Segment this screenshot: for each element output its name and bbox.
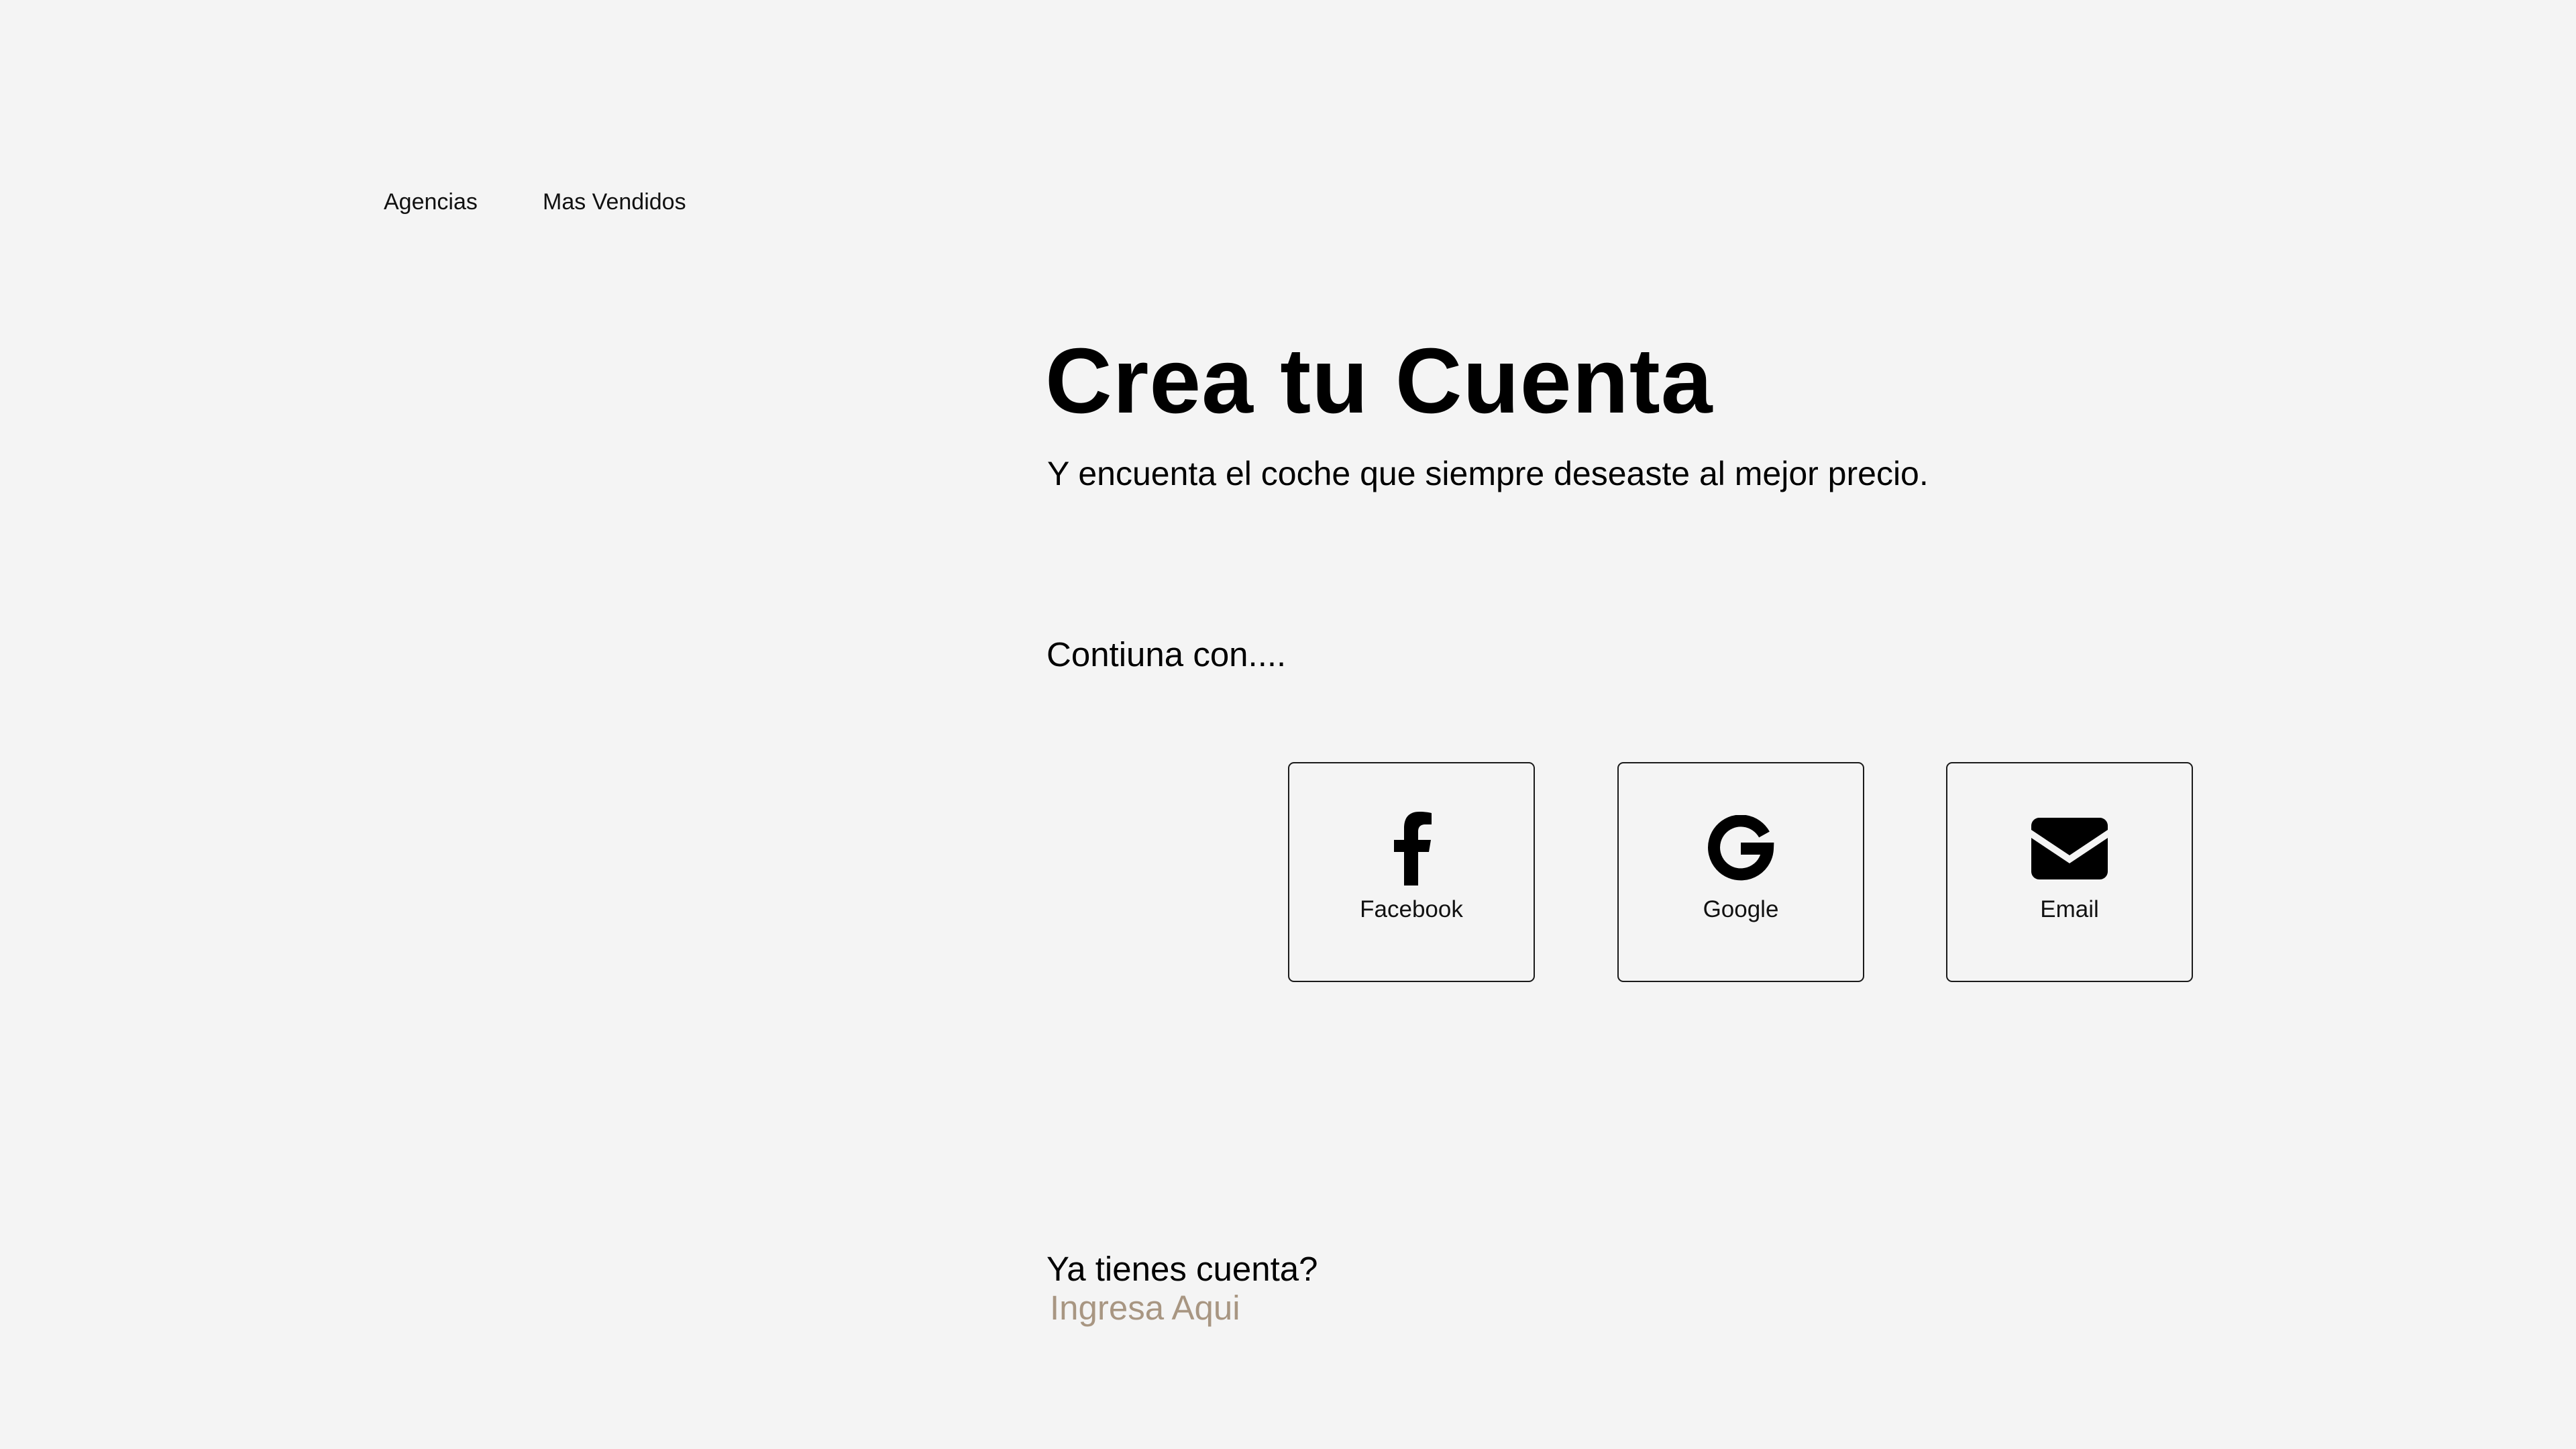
email-button-label: Email bbox=[2040, 896, 2099, 922]
google-icon bbox=[1701, 812, 1781, 885]
existing-account-question: Ya tienes cuenta? bbox=[1046, 1250, 1318, 1288]
page-subtitle: Y encuenta el coche que siempre deseaste… bbox=[1047, 455, 1929, 492]
nav-link-agencias[interactable]: Agencias bbox=[384, 187, 478, 217]
page-title: Crea tu Cuenta bbox=[1045, 329, 1713, 433]
nav-link-mas-vendidos[interactable]: Mas Vendidos bbox=[543, 187, 686, 217]
google-button-label: Google bbox=[1703, 896, 1779, 922]
login-link[interactable]: Ingresa Aqui bbox=[1050, 1287, 1240, 1329]
email-signup-button[interactable]: Email bbox=[1946, 762, 2193, 982]
continue-with-label: Contiuna con.... bbox=[1046, 635, 1287, 674]
envelope-icon bbox=[2029, 812, 2110, 885]
google-signup-button[interactable]: Google bbox=[1617, 762, 1864, 982]
facebook-icon bbox=[1371, 812, 1452, 885]
facebook-signup-button[interactable]: Facebook bbox=[1288, 762, 1535, 982]
facebook-button-label: Facebook bbox=[1360, 896, 1463, 922]
